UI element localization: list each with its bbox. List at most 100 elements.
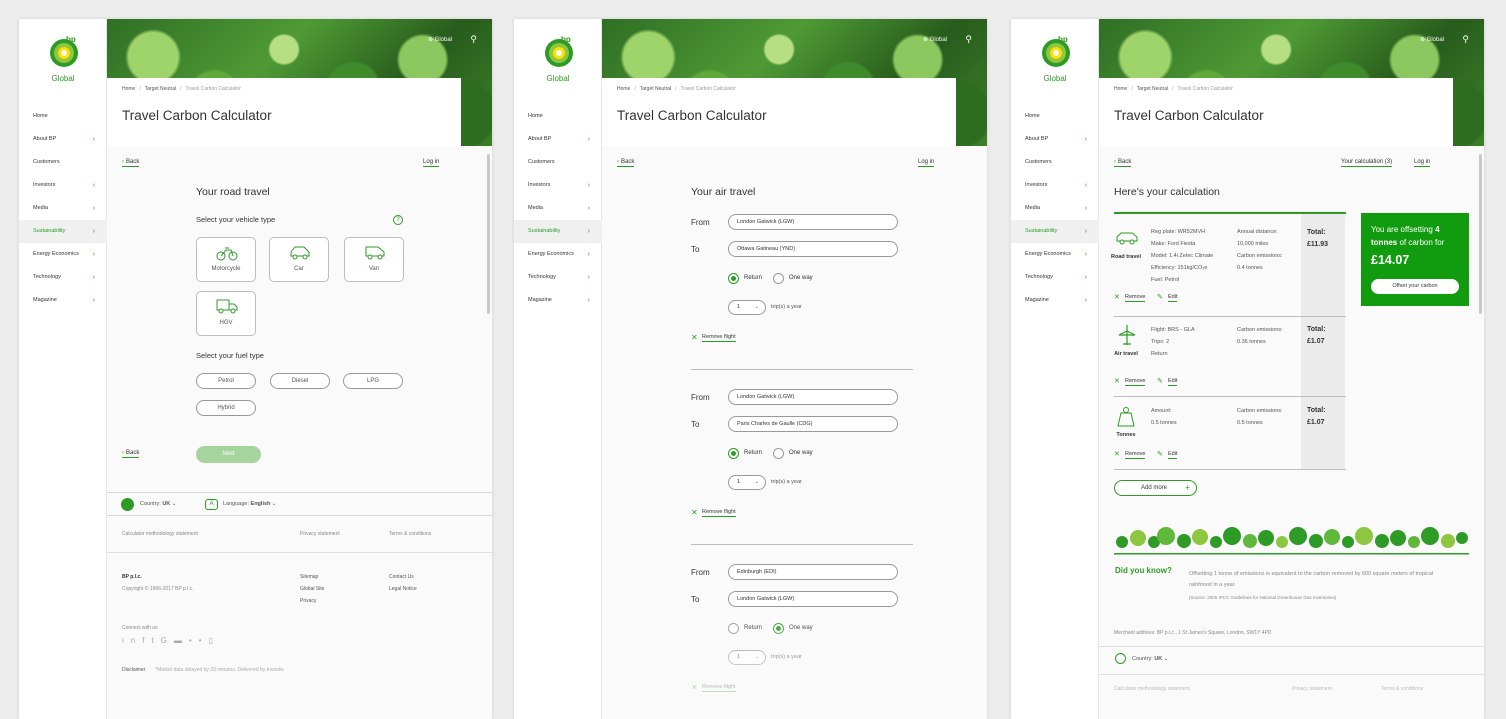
- disclaimer-link[interactable]: Disclaimer: [122, 667, 145, 673]
- login-link[interactable]: Log in: [423, 159, 440, 167]
- nav-investors[interactable]: Investors ›: [514, 174, 602, 197]
- nav-customers[interactable]: Customers: [19, 151, 107, 174]
- close-icon[interactable]: ✕: [1114, 377, 1120, 385]
- fuel-petrol[interactable]: Petrol: [196, 373, 256, 389]
- mobile-icon[interactable]: ▯: [209, 636, 220, 645]
- flight-2-from-input[interactable]: London Gatwick (LGW): [728, 389, 898, 405]
- nav-customers[interactable]: Customers: [514, 151, 602, 174]
- youtube-icon[interactable]: ▬: [174, 636, 189, 645]
- nav-home[interactable]: Home: [514, 105, 602, 128]
- login-link[interactable]: Log in: [1414, 159, 1431, 167]
- nav-magazine[interactable]: Magazine ›: [19, 289, 107, 312]
- close-icon[interactable]: ✕: [691, 508, 698, 517]
- remove-air-link[interactable]: Remove: [1125, 378, 1146, 386]
- nav-investors[interactable]: Investors ›: [1011, 174, 1099, 197]
- breadcrumb-home[interactable]: Home: [617, 86, 630, 92]
- nav-sustainability[interactable]: Sustainability ›: [1011, 220, 1099, 243]
- language-selector[interactable]: Language: English ⌄: [223, 501, 277, 507]
- fuel-lpg[interactable]: LPG: [343, 373, 403, 389]
- nav-home[interactable]: Home: [19, 105, 107, 128]
- flight-3-to-input[interactable]: London Gatwick (LGW): [728, 591, 898, 607]
- nav-media[interactable]: Media ›: [1011, 197, 1099, 220]
- breadcrumb-home[interactable]: Home: [1114, 86, 1127, 92]
- search-icon[interactable]: ⚲: [1462, 34, 1469, 45]
- nav-technology[interactable]: Technology ›: [1011, 266, 1099, 289]
- flight-1-oneway-radio[interactable]: [773, 273, 784, 284]
- scrollbar[interactable]: [1479, 154, 1482, 314]
- country-selector[interactable]: Country: UK ⌄: [140, 501, 176, 507]
- sitemap-link[interactable]: Sitemap: [300, 574, 318, 580]
- flight-2-to-input[interactable]: Paris Charles de Gaulle (CDG): [728, 416, 898, 432]
- nav-media[interactable]: Media ›: [19, 197, 107, 220]
- nav-magazine[interactable]: Magazine ›: [514, 289, 602, 312]
- privacy-statement-link[interactable]: Privacy statement: [1292, 686, 1332, 692]
- nav-customers[interactable]: Customers: [1011, 151, 1099, 174]
- back-link-top[interactable]: ‹ Back: [617, 159, 635, 167]
- methodology-link[interactable]: Calculator methodology statement: [122, 531, 198, 537]
- privacy-statement-link[interactable]: Privacy statement: [300, 531, 340, 537]
- back-link-top[interactable]: ‹ Back: [1114, 159, 1132, 167]
- scrollbar[interactable]: [487, 154, 490, 314]
- nav-media[interactable]: Media ›: [514, 197, 602, 220]
- global-site-link[interactable]: Global Site: [300, 586, 324, 592]
- breadcrumb-parent[interactable]: Target Neutral: [1137, 86, 1168, 92]
- global-selector[interactable]: ⊕ Global: [923, 36, 947, 43]
- country-selector[interactable]: Country: UK ⌄: [1132, 656, 1168, 662]
- twitter-icon[interactable]: t: [151, 636, 160, 645]
- nav-energy-economics[interactable]: Energy Economics ›: [19, 243, 107, 266]
- nav-energy-economics[interactable]: Energy Economics ›: [1011, 243, 1099, 266]
- flight-2-return-radio[interactable]: [728, 448, 739, 459]
- pencil-icon[interactable]: ✎: [1157, 377, 1163, 385]
- edit-road-link[interactable]: Edit: [1168, 294, 1178, 302]
- your-calculation-link[interactable]: Your calculation (3): [1341, 159, 1393, 167]
- breadcrumb-parent[interactable]: Target Neutral: [640, 86, 671, 92]
- remove-tonnes-link[interactable]: Remove: [1125, 451, 1146, 459]
- edit-air-link[interactable]: Edit: [1168, 378, 1178, 386]
- nav-about[interactable]: About BP ›: [514, 128, 602, 151]
- nav-sustainability[interactable]: Sustainability ›: [19, 220, 107, 243]
- pencil-icon[interactable]: ✎: [1157, 450, 1163, 458]
- nav-sustainability[interactable]: Sustainability ›: [514, 220, 602, 243]
- flight-1-from-input[interactable]: London Gatwick (LGW): [728, 214, 898, 230]
- google-plus-icon[interactable]: G: [161, 636, 174, 645]
- vehicle-car[interactable]: Car: [269, 237, 329, 282]
- nav-about[interactable]: About BP ›: [19, 128, 107, 151]
- close-icon[interactable]: ✕: [691, 333, 698, 342]
- global-selector[interactable]: ⊕ Global: [428, 36, 452, 43]
- linkedin-icon[interactable]: in: [122, 636, 142, 645]
- privacy-link[interactable]: Privacy: [300, 598, 316, 604]
- flight-1-to-input[interactable]: Ottawa Gatineau (YND): [728, 241, 898, 257]
- flickr-icon[interactable]: ••: [189, 636, 209, 645]
- login-link[interactable]: Log in: [918, 159, 935, 167]
- remove-flight-2-link[interactable]: Remove flight: [702, 509, 736, 517]
- methodology-link[interactable]: Calculator methodology statement: [1114, 686, 1190, 692]
- flight-2-trips-select[interactable]: 1 ⌄: [728, 475, 766, 490]
- pencil-icon[interactable]: ✎: [1157, 293, 1163, 301]
- back-link-bottom[interactable]: ‹ Back: [122, 450, 140, 458]
- contact-link[interactable]: Contact Us: [389, 574, 414, 580]
- remove-flight-1-link[interactable]: Remove flight: [702, 334, 736, 342]
- nav-energy-economics[interactable]: Energy Economics ›: [514, 243, 602, 266]
- nav-investors[interactable]: Investors ›: [19, 174, 107, 197]
- vehicle-motorcycle[interactable]: Motorcycle: [196, 237, 256, 282]
- add-more-button[interactable]: Add more +: [1114, 480, 1197, 496]
- vehicle-van[interactable]: Van: [344, 237, 404, 282]
- close-icon[interactable]: ✕: [1114, 450, 1120, 458]
- back-link-top[interactable]: ‹ Back: [122, 159, 140, 167]
- flight-2-oneway-radio[interactable]: [773, 448, 784, 459]
- terms-link[interactable]: Terms & conditions: [389, 531, 431, 537]
- nav-technology[interactable]: Technology ›: [514, 266, 602, 289]
- nav-home[interactable]: Home: [1011, 105, 1099, 128]
- search-icon[interactable]: ⚲: [965, 34, 972, 45]
- flight-1-return-radio[interactable]: [728, 273, 739, 284]
- global-selector[interactable]: ⊕ Global: [1420, 36, 1444, 43]
- fuel-diesel[interactable]: Diesel: [270, 373, 330, 389]
- close-icon[interactable]: ✕: [1114, 293, 1120, 301]
- flight-3-from-input[interactable]: Edinburgh (EDI): [728, 564, 898, 580]
- search-icon[interactable]: ⚲: [470, 34, 477, 45]
- offset-carbon-button[interactable]: Offset your carbon: [1371, 279, 1459, 294]
- nav-about[interactable]: About BP ›: [1011, 128, 1099, 151]
- breadcrumb-parent[interactable]: Target Neutral: [145, 86, 176, 92]
- terms-link[interactable]: Terms & conditions: [1381, 686, 1423, 692]
- nav-magazine[interactable]: Magazine ›: [1011, 289, 1099, 312]
